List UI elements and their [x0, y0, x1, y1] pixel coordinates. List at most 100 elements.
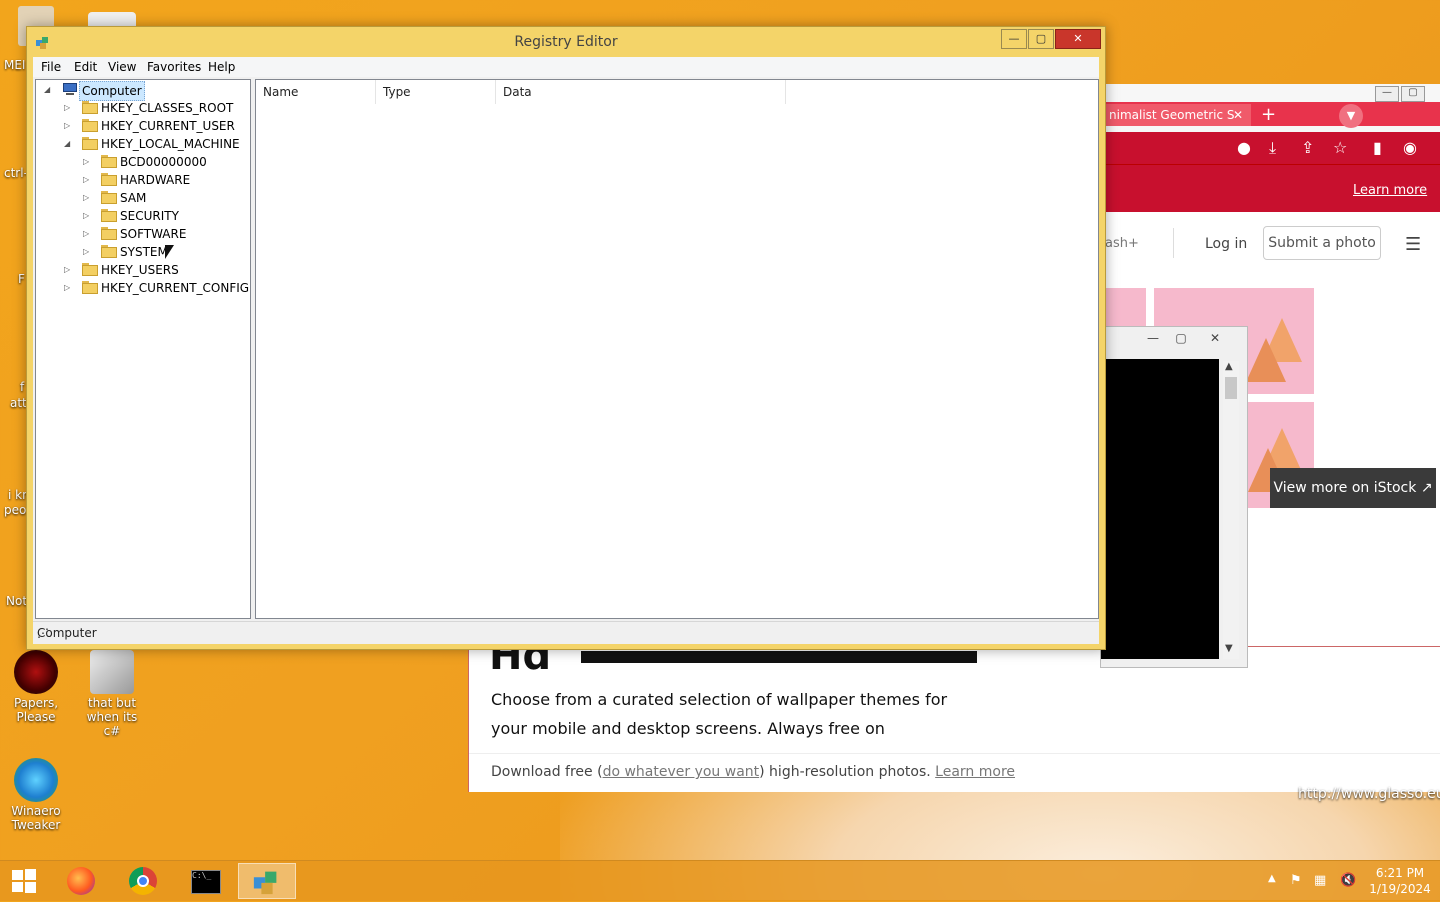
desktop-icon-papers-please[interactable]: Papers, Please	[4, 650, 68, 724]
profile-avatar-icon[interactable]: ◉	[1403, 138, 1417, 157]
tree-node-label: HKEY_CURRENT_CONFIG	[101, 281, 250, 295]
folder-icon	[82, 137, 98, 150]
console-close-icon[interactable]: ✕	[1203, 331, 1227, 345]
license-link[interactable]: do whatever you want	[603, 764, 760, 780]
values-list-pane[interactable]: Name Type Data	[255, 79, 1099, 619]
browser-tab[interactable]: nimalist Geometric S ✕	[1105, 104, 1251, 126]
browser-maximize-button[interactable]: ▢	[1401, 86, 1425, 102]
desktop-edge-label[interactable]: MEI	[4, 58, 25, 72]
submit-photo-button[interactable]: Submit a photo	[1263, 226, 1381, 260]
tree-node-label: HKEY_USERS	[101, 263, 179, 277]
menu-help[interactable]: Help	[208, 60, 235, 74]
menu-favorites[interactable]: Favorites	[147, 60, 201, 74]
registry-editor-window[interactable]: Registry Editor — ▢ ✕ File Edit View Fav…	[26, 26, 1106, 650]
nav-unsplash-plus-link[interactable]: ash+	[1105, 236, 1139, 251]
column-header-type[interactable]: Type	[376, 80, 496, 104]
show-hidden-icons-icon[interactable]: ▲	[1268, 873, 1276, 884]
expand-arrow-icon[interactable]: ▷	[64, 261, 73, 279]
login-link[interactable]: Log in	[1205, 236, 1247, 252]
heading-bar	[581, 651, 977, 663]
expand-arrow-icon[interactable]: ▷	[83, 243, 92, 261]
console-minimize-button[interactable]: —	[1141, 331, 1165, 345]
folder-icon	[101, 245, 117, 258]
console-output[interactable]	[1101, 359, 1219, 659]
column-header-data[interactable]: Data	[496, 80, 786, 104]
console-scrollbar[interactable]: ▲ ▼	[1223, 361, 1239, 659]
stacked-windows-icon	[90, 650, 134, 694]
bookmark-star-icon[interactable]: ☆	[1333, 138, 1347, 157]
scroll-up-icon[interactable]: ▲	[1225, 361, 1233, 372]
desktop-edge-label[interactable]: F	[18, 272, 25, 286]
share-icon[interactable]: ⇪	[1301, 138, 1314, 157]
expand-arrow-icon[interactable]: ▷	[83, 171, 92, 189]
browser-minimize-button[interactable]: —	[1375, 86, 1399, 102]
expand-arrow-icon[interactable]: ▷	[64, 279, 73, 297]
tab-search-chevron-icon[interactable]: ▼	[1339, 104, 1363, 128]
view-more-istock-button[interactable]: View more on iStock ↗	[1270, 468, 1436, 508]
close-button[interactable]: ✕	[1055, 29, 1101, 49]
desktop-icon-label: Tweaker	[11, 818, 61, 832]
chrome-icon	[129, 867, 157, 895]
folder-icon	[101, 155, 117, 168]
taskbar-clock[interactable]: 6:21 PM 1/19/2024	[1362, 865, 1438, 897]
tab-close-icon[interactable]: ✕	[1233, 104, 1247, 126]
side-panel-icon[interactable]: ▮	[1373, 138, 1382, 157]
desktop-icon-winaero-tweaker[interactable]: Winaero Tweaker	[4, 758, 68, 832]
menu-edit[interactable]: Edit	[74, 60, 97, 74]
firefox-icon	[67, 867, 95, 895]
tree-node-label: BCD00000000	[120, 155, 207, 169]
google-icon[interactable]: ●	[1237, 138, 1251, 157]
taskbar: C:\_ ▲ ⚑ ▦ 🔇 6:21 PM 1/19/2024	[0, 860, 1440, 901]
browser-tab-title: nimalist Geometric S	[1109, 108, 1235, 122]
folder-icon	[101, 173, 117, 186]
wallpaper-thumbnail[interactable]	[1104, 288, 1146, 328]
menu-view[interactable]: View	[108, 60, 136, 74]
volume-muted-icon[interactable]: 🔇	[1340, 873, 1356, 888]
network-icon[interactable]: ▦	[1314, 873, 1326, 888]
expand-arrow-icon[interactable]: ▷	[83, 225, 92, 243]
key-tree-pane[interactable]: ◢ Computer ▷ HKEY_CLASSES_ROOT ▷ HKEY_CU…	[35, 79, 251, 619]
expand-arrow-icon[interactable]: ▷	[64, 99, 73, 117]
expand-arrow-icon[interactable]: ▷	[83, 207, 92, 225]
desktop-icon-that-but-when-its-c[interactable]: that but when its c#	[80, 650, 144, 738]
banner-learn-more-link[interactable]: Learn more	[1353, 183, 1427, 198]
collapse-arrow-icon[interactable]: ◢	[44, 81, 53, 99]
console-window[interactable]: — ▢ ✕ ▲ ▼	[1100, 326, 1248, 668]
taskbar-chrome[interactable]	[114, 863, 172, 899]
download-icon[interactable]: ⤓	[1269, 138, 1276, 158]
folder-icon	[82, 281, 98, 294]
desktop-edge-label[interactable]: f	[20, 380, 24, 394]
desktop-edge-label[interactable]: Not	[6, 594, 27, 608]
desktop-icon-label: Please	[16, 710, 56, 724]
taskbar-firefox[interactable]	[52, 863, 110, 899]
strip-learn-more-link[interactable]: Learn more	[935, 764, 1015, 780]
command-prompt-icon: C:\_	[191, 870, 221, 894]
expand-arrow-icon[interactable]: ▷	[83, 189, 92, 207]
console-maximize-button[interactable]: ▢	[1169, 331, 1193, 345]
browser-window[interactable]: — ▢ nimalist Geometric S ✕ + ▼ ● ⤓ ⇪ ☆ ▮…	[1100, 84, 1440, 290]
page-content-panel: Hd Choose from a curated selection of wa…	[468, 633, 1440, 792]
scroll-thumb[interactable]	[1225, 377, 1237, 399]
tree-node-label: Computer	[79, 81, 145, 101]
resize-grip-icon[interactable]: ⋰	[37, 626, 1097, 642]
taskbar-registry-editor[interactable]	[238, 863, 296, 899]
hamburger-menu-icon[interactable]: ☰	[1405, 234, 1421, 255]
desktop-edge-label[interactable]: peo	[4, 503, 26, 517]
expand-arrow-icon[interactable]: ▷	[83, 153, 92, 171]
desktop-edge-label[interactable]: ctrl-	[4, 166, 28, 180]
column-header-name[interactable]: Name	[256, 80, 376, 104]
start-button[interactable]	[0, 863, 48, 899]
expand-arrow-icon[interactable]: ▷	[64, 117, 73, 135]
action-center-flag-icon[interactable]: ⚑	[1290, 873, 1302, 888]
menu-file[interactable]: File	[41, 60, 61, 74]
scroll-down-icon[interactable]: ▼	[1225, 643, 1233, 654]
registry-editor-icon	[253, 871, 277, 895]
maximize-button[interactable]: ▢	[1028, 29, 1054, 49]
collapse-arrow-icon[interactable]: ◢	[64, 135, 73, 153]
wallpaper-watermark-url: http://www.glasso.eu	[1298, 786, 1440, 802]
desktop-edge-label[interactable]: att	[10, 396, 27, 410]
taskbar-command-prompt[interactable]: C:\_	[176, 863, 234, 899]
new-tab-button[interactable]: +	[1261, 106, 1276, 124]
folder-icon	[101, 191, 117, 204]
minimize-button[interactable]: —	[1001, 29, 1027, 49]
